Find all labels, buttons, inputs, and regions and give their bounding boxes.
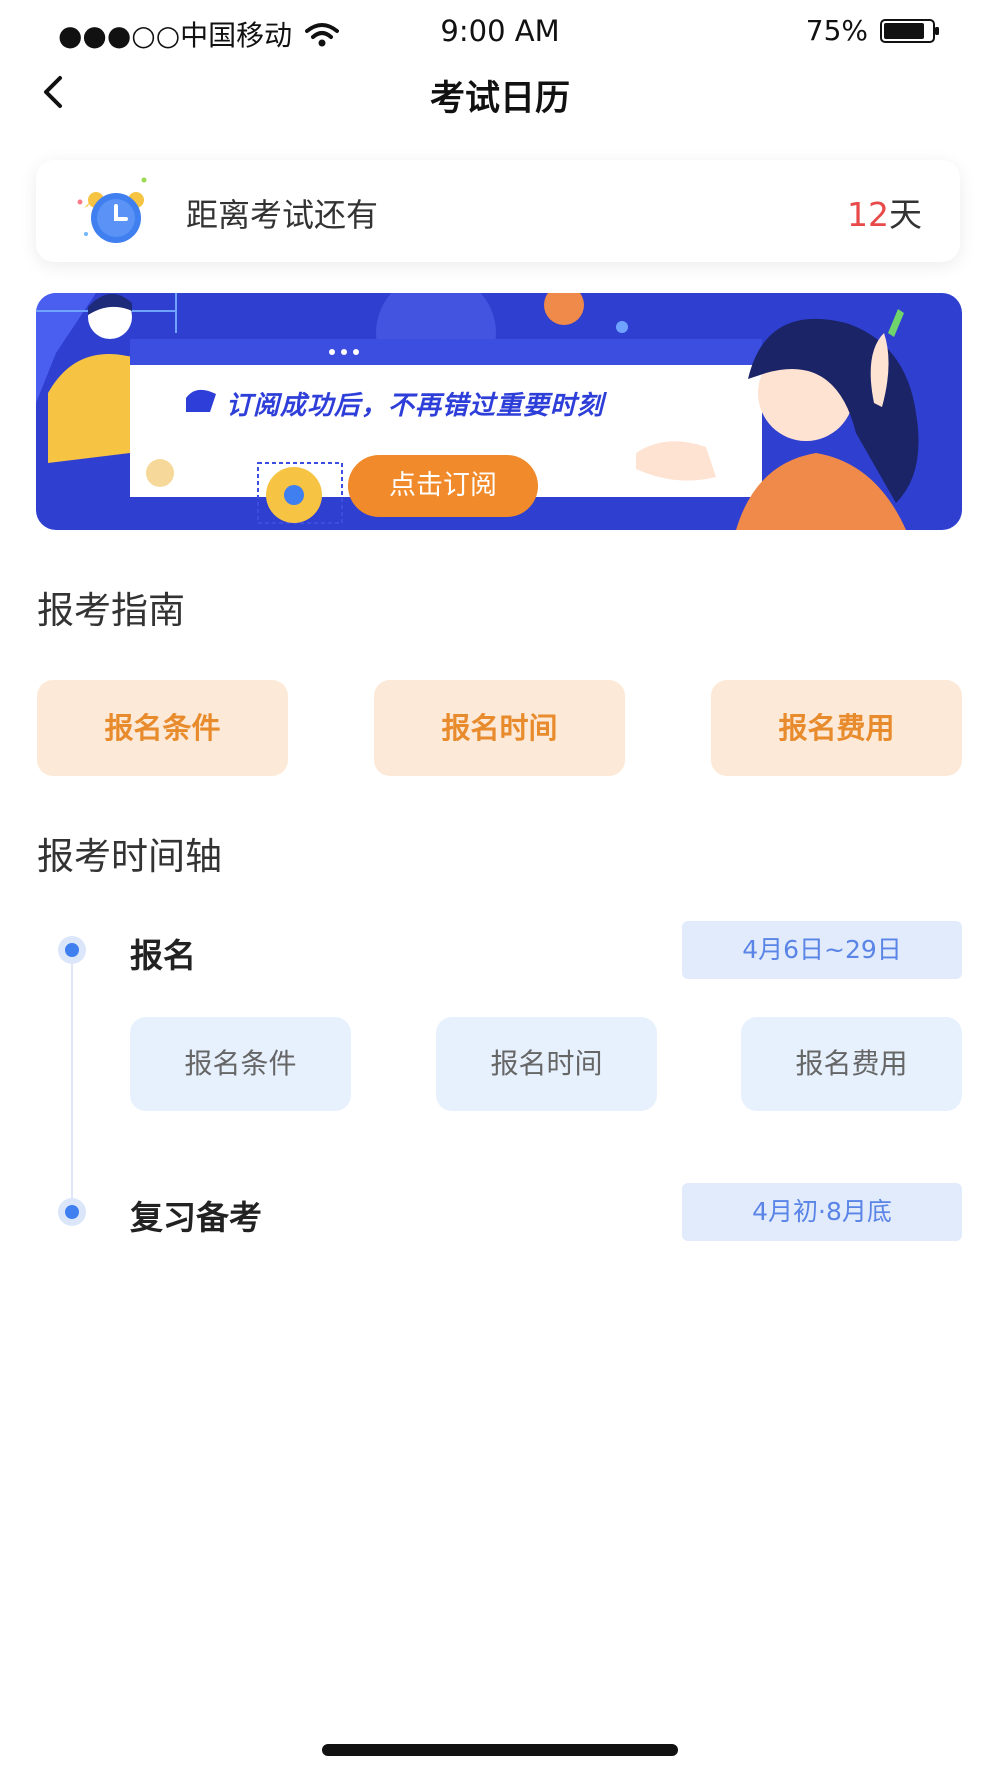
exam-countdown-card: 距离考试还有 12天 — [36, 160, 960, 262]
timeline-item-title: 复习备考 — [130, 1198, 262, 1237]
subscribe-banner[interactable]: 订阅成功后，不再错过重要时刻 点击订阅 — [36, 293, 962, 530]
timeline-date-badge: 4月6日~29日 — [682, 921, 962, 979]
guide-section-title: 报考指南 — [37, 589, 185, 632]
countdown-label: 距离考试还有 — [186, 196, 379, 234]
alarm-clock-icon — [77, 177, 147, 243]
timeline-dot — [58, 936, 86, 964]
countdown-unit: 天 — [889, 195, 922, 234]
timeline-line — [71, 950, 73, 1212]
timeline-item-title: 报名 — [130, 936, 196, 975]
page-title: 考试日历 — [429, 79, 570, 119]
timeline-button-fees[interactable]: 报名费用 — [741, 1017, 962, 1111]
guide-button-time[interactable]: 报名时间 — [374, 680, 625, 776]
home-indicator — [322, 1744, 678, 1756]
battery-indicator: 75% — [806, 14, 940, 47]
guide-button-fees[interactable]: 报名费用 — [711, 680, 962, 776]
countdown-days: 12天 — [847, 188, 922, 236]
navigation-bar: 考试日历 — [0, 66, 1000, 119]
timeline-button-conditions[interactable]: 报名条件 — [130, 1017, 351, 1111]
battery-icon — [880, 18, 939, 43]
timeline-section-title: 报考时间轴 — [37, 835, 222, 878]
status-bar: ●●●○○中国移动 9:00 AM 75% — [0, 0, 1000, 66]
timeline-date-badge: 4月初·8月底 — [682, 1183, 962, 1241]
banner-headline: 订阅成功后，不再错过重要时刻 — [226, 391, 605, 421]
timeline-button-time[interactable]: 报名时间 — [436, 1017, 657, 1111]
timeline-dot — [58, 1198, 86, 1226]
countdown-number: 12 — [847, 195, 889, 234]
battery-percent: 75% — [805, 14, 868, 47]
subscribe-button[interactable]: 点击订阅 — [348, 455, 538, 517]
guide-button-conditions[interactable]: 报名条件 — [37, 680, 288, 776]
